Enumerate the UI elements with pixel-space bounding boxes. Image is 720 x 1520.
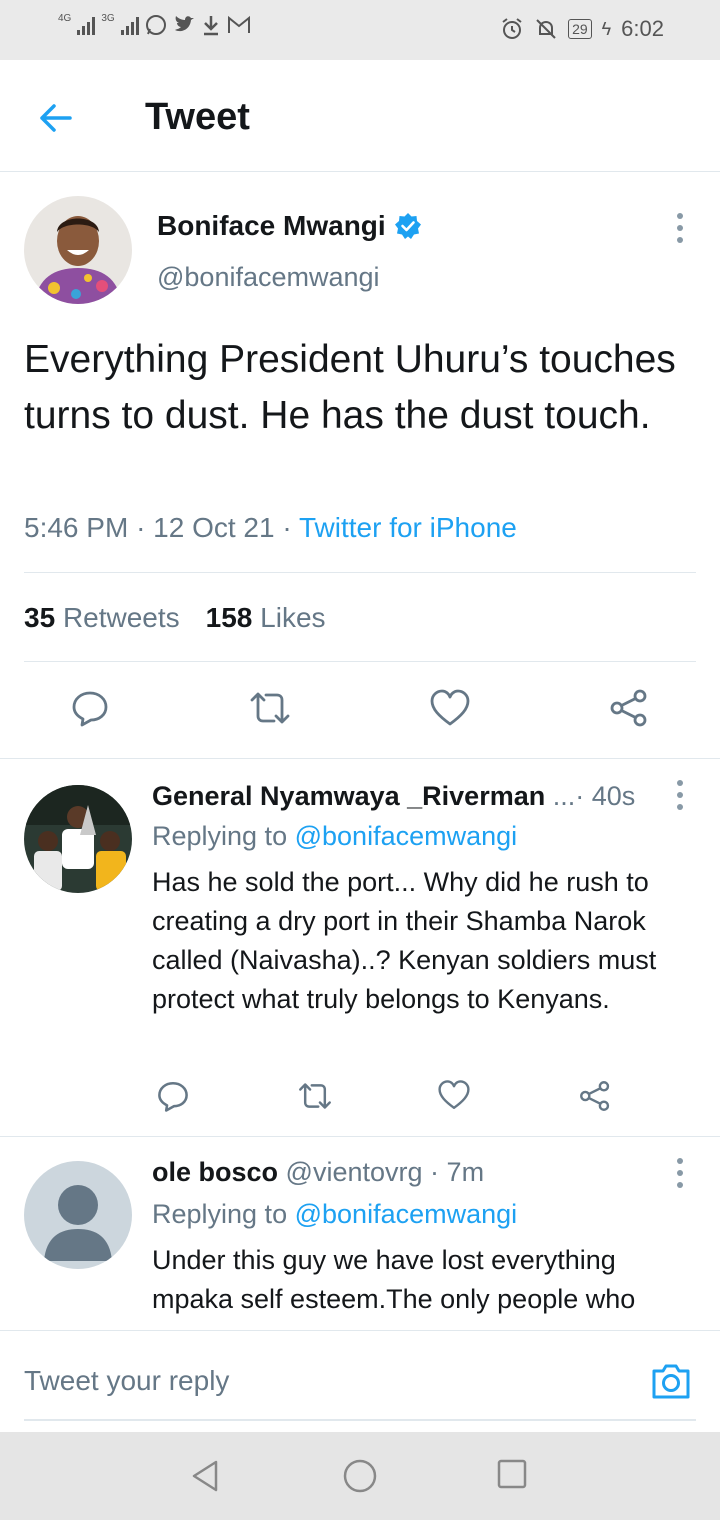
reply-author-handle[interactable]: @vientovrg (286, 1157, 423, 1187)
system-nav-bar (0, 1432, 720, 1520)
reply-time: 7m (446, 1157, 485, 1187)
replying-to-handle[interactable]: @bonifacemwangi (295, 821, 518, 851)
meta-separator: · (575, 781, 592, 811)
retweets-label: Retweets (62, 602, 180, 633)
verified-badge-icon (394, 213, 421, 239)
replying-to-handle[interactable]: @bonifacemwangi (295, 1199, 518, 1229)
likes-stat[interactable]: 158 Likes (206, 602, 326, 634)
author-handle[interactable]: @bonifacemwangi (157, 262, 380, 293)
camera-icon[interactable] (650, 1361, 692, 1401)
back-arrow-icon[interactable] (36, 98, 76, 138)
divider (24, 572, 696, 573)
likes-label: Likes (260, 602, 326, 633)
page-title: Tweet (145, 96, 250, 138)
signal-icon (77, 15, 96, 35)
tweet-action-bar (0, 672, 720, 758)
gmail-icon (227, 15, 250, 33)
app-header: Tweet (0, 60, 720, 172)
nav-home-icon[interactable] (342, 1458, 378, 1494)
heart-icon[interactable] (429, 688, 471, 728)
network-type-1: 4G (58, 13, 72, 24)
replying-prefix: Replying to (152, 1199, 288, 1229)
author-avatar[interactable] (24, 196, 132, 304)
reply-time: 40s (591, 781, 636, 811)
heart-icon[interactable] (437, 1079, 471, 1111)
reply-author-name[interactable]: ole bosco (152, 1157, 278, 1187)
mute-bell-icon (536, 19, 556, 39)
tweet-date: 12 Oct 21 (153, 512, 275, 543)
replying-to: Replying to @bonifacemwangi (152, 1199, 517, 1230)
reply-avatar[interactable] (24, 785, 132, 893)
divider (24, 661, 696, 662)
tweet-meta: 5:46 PM · 12 Oct 21 · Twitter for iPhone (24, 512, 517, 544)
retweets-stat[interactable]: 35 Retweets (24, 602, 180, 634)
nav-back-icon[interactable] (188, 1458, 222, 1494)
reply-header: ole bosco @vientovrg · 7m (152, 1157, 484, 1188)
reply-icon[interactable] (156, 1079, 190, 1113)
reply-text: Under this guy we have lost everything m… (152, 1245, 636, 1314)
battery-level: 29 (568, 19, 592, 39)
reply-icon[interactable] (70, 688, 110, 728)
reply-item[interactable]: ole bosco @vientovrg · 7m Replying to @b… (0, 1136, 720, 1330)
replying-prefix: Replying to (152, 821, 288, 851)
share-icon[interactable] (608, 688, 650, 728)
likes-count: 158 (205, 602, 253, 633)
reply-input-placeholder: Tweet your reply (24, 1365, 230, 1396)
replying-to: Replying to @bonifacemwangi (152, 821, 517, 852)
reply-compose-bar: Tweet your reply (0, 1330, 720, 1432)
retweets-count: 35 (24, 602, 56, 633)
reply-avatar[interactable] (24, 1161, 132, 1269)
network-type-2: 3G (101, 13, 115, 24)
status-bar: 4G 3G 29 ϟ 6:02 (0, 0, 720, 60)
reply-input[interactable]: Tweet your reply (24, 1331, 696, 1421)
charging-icon: ϟ (601, 18, 612, 39)
name-truncation: ... (552, 781, 576, 811)
more-vertical-icon[interactable] (670, 777, 690, 813)
more-vertical-icon[interactable] (670, 1155, 690, 1191)
more-vertical-icon[interactable] (670, 210, 690, 246)
tweet-text: Everything President Uhuru’s touches tur… (24, 338, 676, 437)
tweet-stats: 35 Retweets 158 Likes (24, 602, 326, 634)
share-icon[interactable] (578, 1079, 612, 1113)
reply-author-name[interactable]: General Nyamwaya _Riverman (152, 781, 545, 811)
meta-separator: · (282, 512, 299, 543)
whatsapp-icon (145, 15, 166, 35)
nav-recents-icon[interactable] (496, 1458, 528, 1492)
reply-header: General Nyamwaya _Riverman ...· 40s (152, 781, 635, 812)
signal-icon-2 (120, 15, 139, 35)
clock: 6:02 (621, 16, 664, 41)
reply-text: Has he sold the port... Why did he rush … (152, 867, 657, 1014)
alarm-icon (502, 18, 522, 39)
author-name[interactable]: Boniface Mwangi (157, 210, 386, 242)
author-name-row[interactable]: Boniface Mwangi (157, 210, 422, 242)
retweet-icon[interactable] (248, 688, 292, 728)
meta-separator: · (136, 512, 154, 543)
tweet-source-link[interactable]: Twitter for iPhone (299, 512, 517, 543)
twitter-bird-icon (174, 16, 194, 32)
download-icon (203, 16, 218, 36)
reply-item[interactable]: General Nyamwaya _Riverman ...· 40s Repl… (0, 758, 720, 1136)
meta-separator: · (430, 1157, 440, 1187)
retweet-icon[interactable] (297, 1079, 333, 1113)
tweet-time: 5:46 PM (24, 512, 129, 543)
